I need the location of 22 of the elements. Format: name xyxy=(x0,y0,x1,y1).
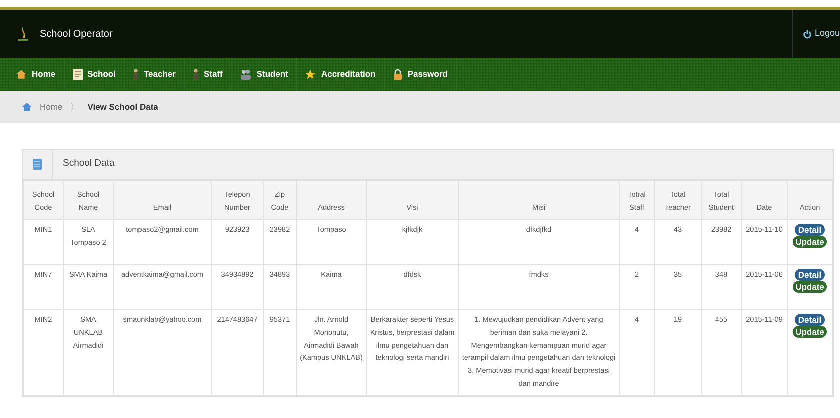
breadcrumb-link[interactable]: Home xyxy=(40,100,63,114)
table-icon xyxy=(33,159,42,170)
home-icon xyxy=(16,69,27,80)
update-button[interactable]: Update xyxy=(792,281,828,294)
person-icon xyxy=(132,69,139,80)
panel-title: School Data xyxy=(62,157,115,172)
people-icon xyxy=(240,69,252,80)
breadcrumb-separator: 〉 xyxy=(70,100,80,114)
app-title: School Operator xyxy=(40,28,113,42)
book-icon xyxy=(72,69,83,80)
star-icon xyxy=(305,69,316,80)
power-icon xyxy=(802,30,812,38)
update-button[interactable]: Update xyxy=(792,236,828,248)
detail-button[interactable]: Detail xyxy=(795,224,825,236)
logo-icon xyxy=(16,26,30,42)
update-button[interactable]: Update xyxy=(792,326,828,338)
person-icon xyxy=(192,69,199,80)
detail-button[interactable]: Detail xyxy=(795,269,825,282)
detail-button[interactable]: Detail xyxy=(795,314,825,326)
lock-icon xyxy=(392,69,403,80)
breadcrumb-current: View School Data xyxy=(88,100,158,114)
home-icon xyxy=(22,102,32,112)
